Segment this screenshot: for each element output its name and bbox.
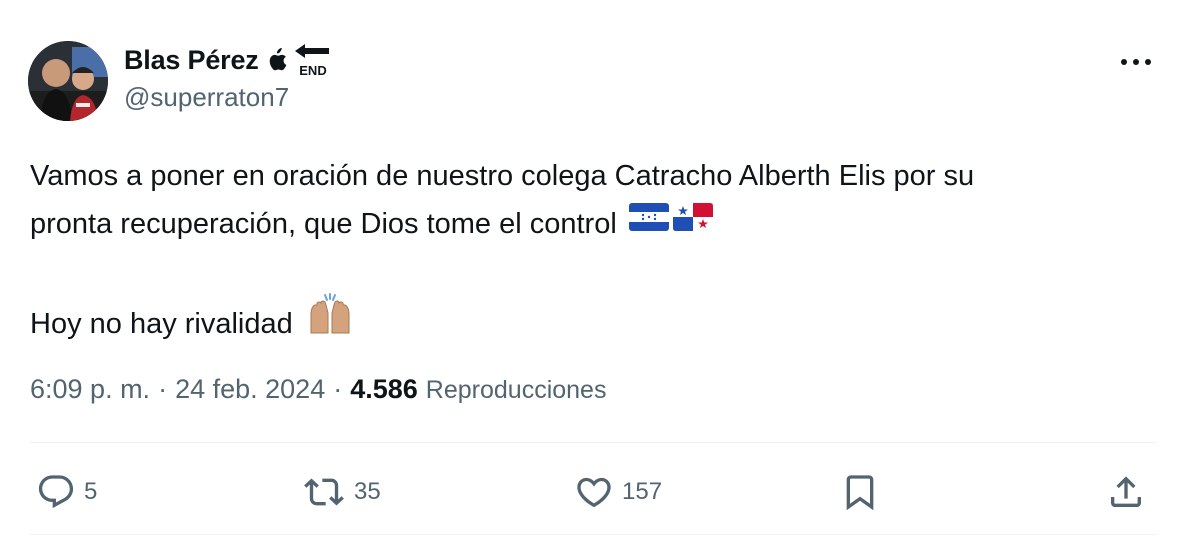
like-button[interactable]: 157	[574, 470, 662, 514]
more-options-button[interactable]	[1114, 44, 1158, 80]
more-dots-icon	[1121, 59, 1151, 65]
divider	[30, 442, 1156, 443]
reply-icon	[38, 475, 74, 509]
like-count: 157	[622, 478, 663, 505]
heart-icon	[577, 477, 611, 508]
author-handle[interactable]: @superraton7	[124, 82, 289, 113]
reply-button[interactable]: 5	[36, 470, 97, 514]
views-label: Reproducciones	[425, 376, 607, 404]
repost-button[interactable]: 35	[302, 470, 381, 514]
apple-icon	[267, 48, 287, 72]
repost-icon	[304, 478, 344, 506]
meta-separator: ·	[158, 374, 168, 404]
share-icon	[1111, 476, 1141, 507]
tweet-text-line: Hoy no hay rivalidad	[30, 293, 1170, 354]
honduras-flag-icon	[628, 198, 669, 246]
tweet-meta: 6:09 p. m. · 24 feb. 2024 · 4.586 Reprod…	[30, 374, 606, 405]
tweet-card: Blas Pérez END @superraton7 Vamos a pone…	[0, 0, 1200, 540]
avatar[interactable]	[28, 41, 108, 121]
bookmark-icon	[846, 475, 874, 511]
bookmark-button[interactable]	[840, 470, 880, 514]
end-badge-icon: END	[293, 42, 333, 78]
panama-flag-icon	[672, 198, 713, 246]
views-count: 4.586	[350, 374, 418, 404]
tweet-date[interactable]: 24 feb. 2024	[175, 374, 325, 405]
share-button[interactable]	[1106, 470, 1146, 514]
tweet-line-3: Hoy no hay rivalidad	[30, 308, 293, 341]
author-display-name[interactable]: Blas Pérez	[124, 45, 259, 76]
repost-count: 35	[354, 478, 381, 505]
raised-hands-icon	[307, 293, 353, 350]
meta-separator: ·	[333, 374, 343, 404]
end-badge-text: END	[299, 63, 326, 78]
author-name-row: Blas Pérez END	[124, 42, 333, 78]
tweet-line-1: Vamos a poner en oración de nuestro cole…	[30, 160, 975, 192]
tweet-text-line: pronta recuperación, que Dios tome el co…	[30, 200, 1170, 249]
tweet-time[interactable]: 6:09 p. m.	[30, 374, 150, 405]
tweet-text: Vamos a poner en oración de nuestro cole…	[30, 152, 1170, 354]
bottom-divider	[30, 534, 1156, 535]
tweet-text-line: Vamos a poner en oración de nuestro cole…	[30, 152, 1170, 200]
reply-count: 5	[84, 478, 98, 505]
action-bar: 5 35 157	[36, 470, 1156, 514]
tweet-line-2: pronta recuperación, que Dios tome el co…	[30, 208, 617, 240]
